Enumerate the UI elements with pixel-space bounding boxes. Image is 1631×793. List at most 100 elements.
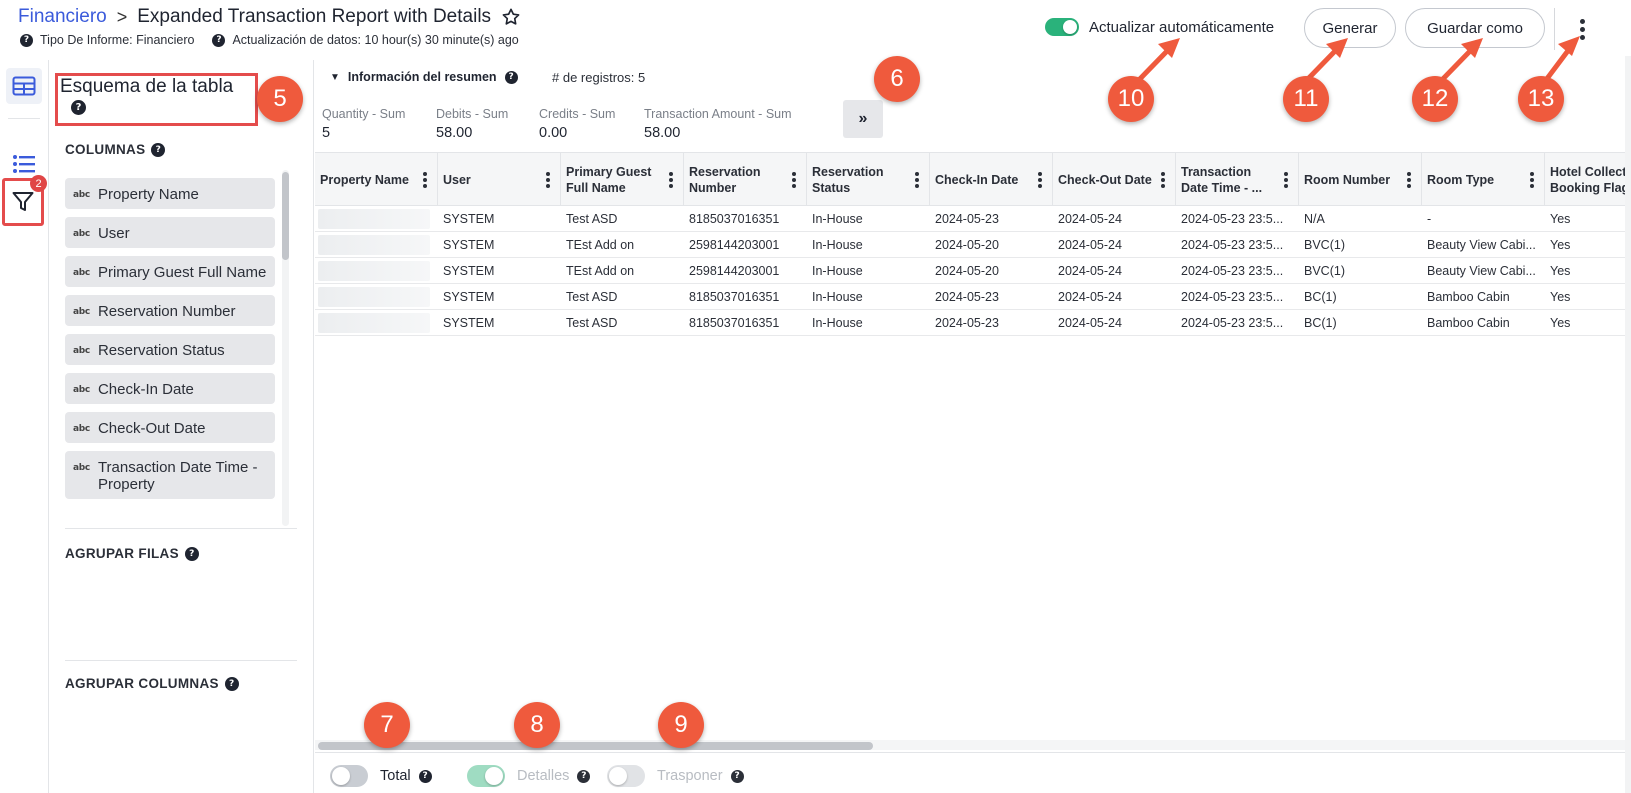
- summary-heading: Información del resumen: [347, 70, 497, 84]
- column-menu-icon[interactable]: [792, 172, 796, 188]
- table-row[interactable]: SYSTEM Test ASD 8185037016351 In-House 2024-…: [315, 206, 1631, 232]
- annotation-callout: 7: [364, 702, 410, 748]
- column-item-label: User: [97, 225, 130, 242]
- auto-update-toggle[interactable]: [1045, 18, 1079, 36]
- column-menu-icon[interactable]: [1038, 172, 1042, 188]
- summary-toggle[interactable]: ▼ Información del resumen ?: [330, 70, 525, 84]
- column-item-reservation-number[interactable]: abc Reservation Number: [65, 295, 275, 326]
- column-header-label: Hotel Collect Booking Flag: [1550, 164, 1630, 195]
- generate-button[interactable]: Generar: [1304, 8, 1396, 48]
- breadcrumb: Financiero > Expanded Transaction Report…: [18, 6, 521, 28]
- summary-item: Transaction Amount - Sum 58.00: [644, 107, 792, 141]
- expand-summary-button[interactable]: »: [843, 100, 883, 138]
- filter-button[interactable]: 2: [2, 175, 47, 226]
- table-view-button[interactable]: [6, 68, 42, 104]
- column-list-scrollbar[interactable]: [282, 172, 289, 260]
- column-header[interactable]: Room Type: [1422, 153, 1545, 206]
- data-update: ? Actualización de datos: 10 hour(s) 30 …: [212, 33, 519, 47]
- breadcrumb-root-link[interactable]: Financiero: [18, 6, 107, 28]
- page-scrollbar[interactable]: [1625, 56, 1631, 793]
- column-header[interactable]: Transaction Date Time - ...: [1176, 153, 1299, 206]
- record-count: # de registros: 5: [552, 70, 646, 85]
- save-as-button[interactable]: Guardar como: [1405, 8, 1545, 48]
- column-header[interactable]: Reservation Status: [807, 153, 930, 206]
- table-cell: 2024-05-24: [1058, 264, 1122, 278]
- help-icon[interactable]: ?: [577, 769, 591, 783]
- column-header[interactable]: Primary Guest Full Name: [561, 153, 684, 206]
- table-cell: 2024-05-24: [1058, 212, 1122, 226]
- table-cell: 2024-05-23 23:5...: [1181, 264, 1284, 278]
- table-horizontal-scrollbar[interactable]: [318, 742, 873, 750]
- table-cell: Yes: [1550, 238, 1571, 252]
- column-item-check-out-date[interactable]: abc Check-Out Date: [65, 412, 275, 443]
- column-menu-icon[interactable]: [669, 172, 673, 188]
- column-menu-icon[interactable]: [1284, 172, 1288, 188]
- star-icon[interactable]: [501, 7, 521, 27]
- table-row[interactable]: SYSTEM TEst Add on 2598144203001 In-House 20…: [315, 258, 1631, 284]
- table-cell: TEst Add on: [566, 264, 635, 278]
- column-header-label: Property Name: [320, 172, 409, 187]
- help-icon[interactable]: ?: [504, 70, 518, 84]
- table-row[interactable]: SYSTEM Test ASD 8185037016351 In-House 2024-…: [315, 310, 1631, 336]
- table-cell: SYSTEM: [443, 264, 495, 278]
- kebab-icon[interactable]: [1572, 16, 1592, 42]
- summary-item: Quantity - Sum 5: [322, 107, 405, 141]
- list-icon: [13, 155, 35, 173]
- column-item-primary-guest[interactable]: abc Primary Guest Full Name: [65, 256, 275, 287]
- annotation-callout: 12: [1412, 76, 1458, 122]
- auto-update: Actualizar automáticamente: [1045, 18, 1274, 36]
- redacted-cell: [318, 313, 430, 333]
- column-menu-icon[interactable]: [915, 172, 919, 188]
- column-item-transaction-date-time[interactable]: abc Transaction Date Time - Property: [65, 451, 275, 499]
- details-label: Detalles: [517, 768, 570, 784]
- left-rail: 2: [0, 60, 49, 793]
- table-cell: SYSTEM: [443, 316, 495, 330]
- transpose-toggle[interactable]: [607, 765, 645, 787]
- summary-item-label: Quantity - Sum: [322, 107, 406, 121]
- report-meta: ? Tipo De Informe: Financiero ? Actualiz…: [20, 33, 537, 47]
- help-icon[interactable]: ?: [224, 676, 239, 691]
- column-header[interactable]: Reservation Number: [684, 153, 807, 206]
- table-cell: Test ASD: [566, 316, 618, 330]
- help-icon[interactable]: ?: [184, 546, 199, 561]
- column-header[interactable]: Property Name: [315, 153, 438, 206]
- table-row[interactable]: SYSTEM Test ASD 8185037016351 In-House 2024-…: [315, 284, 1631, 310]
- column-item-check-in-date[interactable]: abc Check-In Date: [65, 373, 275, 404]
- table-cell: 2024-05-24: [1058, 316, 1122, 330]
- column-menu-icon[interactable]: [1530, 172, 1534, 188]
- column-menu-icon[interactable]: [1161, 172, 1165, 188]
- column-item-user[interactable]: abc User: [65, 217, 275, 248]
- total-label: Total: [380, 768, 411, 784]
- total-toggle[interactable]: [330, 765, 368, 787]
- summary-item-label: Credits - Sum: [539, 107, 616, 121]
- column-header[interactable]: Check-In Date: [930, 153, 1053, 206]
- summary-item: Debits - Sum 58.00: [436, 107, 508, 141]
- details-toggle[interactable]: [467, 765, 505, 787]
- group-rows-label: AGRUPAR FILAS: [65, 546, 179, 561]
- column-header[interactable]: Check-Out Date: [1053, 153, 1176, 206]
- filter-count-badge: 2: [30, 175, 47, 192]
- table-cell: BVC(1): [1304, 264, 1345, 278]
- column-menu-icon[interactable]: [1407, 172, 1411, 188]
- help-icon[interactable]: ?: [20, 33, 33, 47]
- column-item-reservation-status[interactable]: abc Reservation Status: [65, 334, 275, 365]
- column-header[interactable]: Hotel Collect Booking Flag: [1545, 153, 1631, 206]
- column-menu-icon[interactable]: [546, 172, 550, 188]
- column-item-property-name[interactable]: abc Property Name: [65, 178, 275, 209]
- schema-title: Esquema de la tabla: [60, 76, 234, 97]
- table-cell: Yes: [1550, 264, 1571, 278]
- help-icon[interactable]: ?: [151, 142, 166, 157]
- text-type-icon: abc: [73, 385, 90, 395]
- help-icon[interactable]: ?: [212, 33, 226, 47]
- section-divider: [65, 660, 297, 661]
- help-icon[interactable]: ?: [730, 769, 744, 783]
- column-menu-icon[interactable]: [423, 172, 427, 188]
- table-row[interactable]: SYSTEM TEst Add on 2598144203001 In-House 20…: [315, 232, 1631, 258]
- redacted-cell: [318, 287, 430, 307]
- table-cell: BC(1): [1304, 290, 1337, 304]
- column-header[interactable]: User: [438, 153, 561, 206]
- help-icon[interactable]: ?: [71, 100, 86, 115]
- table-cell: Test ASD: [566, 290, 618, 304]
- help-icon[interactable]: ?: [418, 769, 432, 783]
- column-header[interactable]: Room Number: [1299, 153, 1422, 206]
